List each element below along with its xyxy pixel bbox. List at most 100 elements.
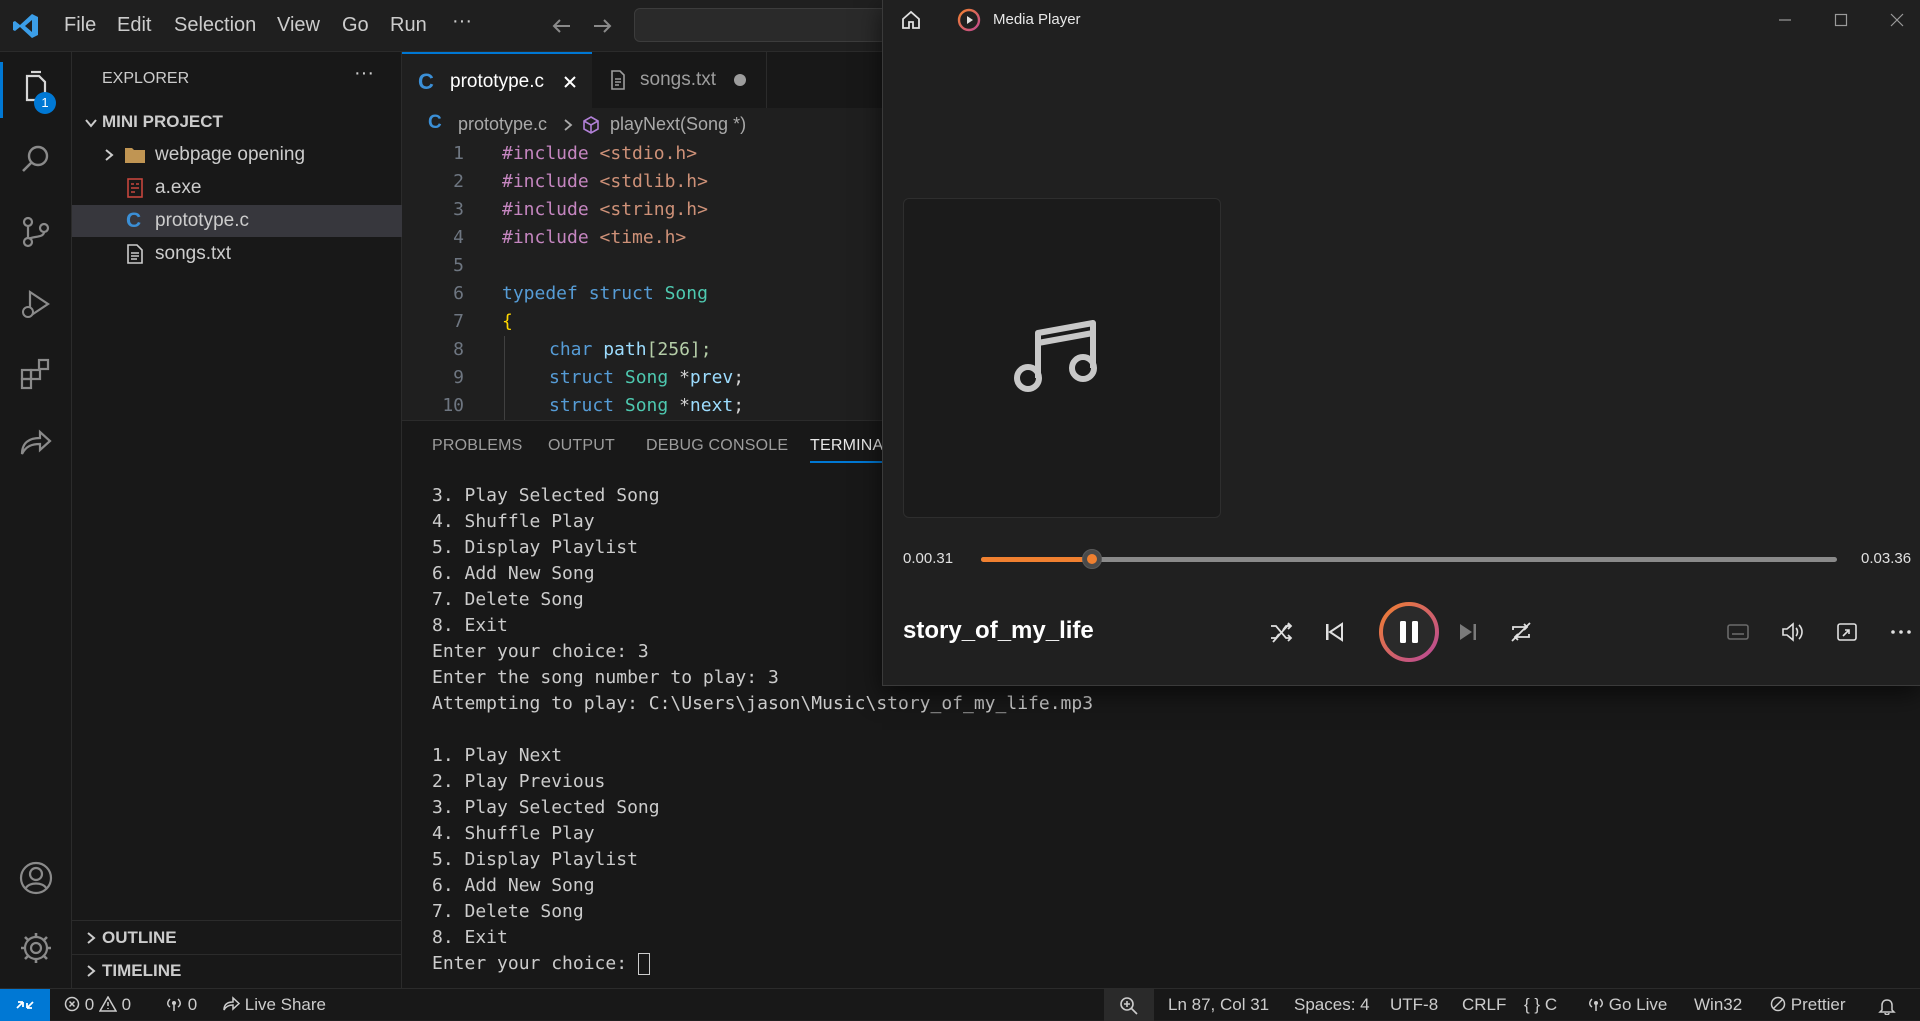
- breadcrumb-file[interactable]: prototype.c: [458, 114, 547, 135]
- breadcrumb-symbol[interactable]: playNext(Song *): [610, 114, 746, 135]
- problems-status[interactable]: 0 0: [64, 995, 131, 1015]
- previous-track-icon[interactable]: [1316, 614, 1352, 650]
- terminal-line: Enter your choice: 3: [432, 641, 649, 662]
- code-token: Song: [624, 395, 669, 416]
- tree-item-label: prototype.c: [155, 210, 249, 231]
- terminal-line: 3. Play Selected Song: [432, 485, 660, 506]
- extensions-icon[interactable]: [16, 354, 56, 394]
- accounts-icon[interactable]: [16, 858, 56, 898]
- menu-more[interactable]: ···: [452, 10, 472, 33]
- live-share-status[interactable]: Live Share: [222, 995, 326, 1015]
- back-arrow-icon[interactable]: [550, 14, 574, 38]
- repeat-off-icon[interactable]: [1503, 614, 1539, 650]
- project-name: MINI PROJECT: [102, 112, 223, 131]
- menu-edit[interactable]: Edit: [117, 14, 151, 37]
- tab-debug-console[interactable]: DEBUG CONSOLE: [646, 437, 788, 455]
- language-mode[interactable]: { } C: [1524, 995, 1557, 1015]
- menu-go[interactable]: Go: [342, 14, 369, 37]
- tree-item-label: a.exe: [155, 177, 202, 198]
- terminal-line: 6. Add New Song: [432, 875, 595, 896]
- unsaved-dot-icon[interactable]: [734, 74, 746, 86]
- tab-problems[interactable]: PROBLEMS: [432, 437, 523, 455]
- menu-run[interactable]: Run: [390, 14, 427, 37]
- line-ending[interactable]: CRLF: [1462, 995, 1506, 1015]
- run-debug-icon[interactable]: [16, 284, 56, 324]
- tab-output[interactable]: OUTPUT: [548, 437, 615, 455]
- line-number: 7: [453, 311, 464, 332]
- minimize-icon[interactable]: [1777, 12, 1793, 28]
- code-token: <time.h>: [599, 227, 687, 248]
- line-number: 8: [453, 339, 464, 360]
- zoom-button[interactable]: [1104, 989, 1154, 1021]
- close-window-icon[interactable]: [1889, 12, 1905, 28]
- source-control-icon[interactable]: [16, 212, 56, 252]
- encoding[interactable]: UTF-8: [1390, 995, 1438, 1015]
- chevron-right-icon: [105, 149, 114, 161]
- cursor-position[interactable]: Ln 87, Col 31: [1168, 995, 1269, 1015]
- indentation[interactable]: Spaces: 4: [1294, 995, 1370, 1015]
- pause-button[interactable]: [1377, 600, 1441, 664]
- volume-icon[interactable]: [1774, 614, 1810, 650]
- tree-item-webpage-opening[interactable]: webpage opening: [72, 139, 402, 171]
- remote-icon: [16, 1001, 34, 1009]
- go-live-status[interactable]: Go Live: [1588, 995, 1667, 1015]
- go-live-label: Go Live: [1608, 995, 1668, 1014]
- terminal-line: 6. Add New Song: [432, 563, 595, 584]
- album-art: [903, 198, 1221, 518]
- settings-gear-icon[interactable]: [16, 928, 56, 968]
- code-token: [256];: [646, 339, 712, 360]
- tab-songs-txt[interactable]: songs.txt: [592, 52, 767, 108]
- terminal-line: Attempting to play: C:\Users\jason\Music…: [432, 693, 1094, 714]
- tree-item-songs-txt[interactable]: songs.txt: [72, 238, 402, 270]
- live-share-icon[interactable]: [16, 424, 56, 464]
- code-token: <stdlib.h>: [599, 171, 708, 192]
- code-token: *: [679, 395, 690, 416]
- tree-item-a-exe[interactable]: a.exe: [72, 172, 402, 204]
- maximize-icon[interactable]: [1833, 12, 1849, 28]
- search-icon[interactable]: [16, 140, 56, 180]
- terminal-line: 8. Exit: [432, 615, 508, 636]
- ports-status[interactable]: 0: [165, 995, 197, 1015]
- outline-section-header[interactable]: OUTLINE: [72, 922, 402, 954]
- error-icon: [64, 996, 80, 1012]
- next-track-icon[interactable]: [1450, 614, 1486, 650]
- menu-selection[interactable]: Selection: [174, 14, 256, 37]
- tab-label: prototype.c: [450, 71, 544, 92]
- prettier-status[interactable]: Prettier: [1770, 995, 1846, 1015]
- terminal-line: 3. Play Selected Song: [432, 797, 660, 818]
- code-token: typedef: [502, 283, 578, 304]
- explorer-more-button[interactable]: ···: [354, 62, 374, 85]
- remote-button[interactable]: [0, 989, 50, 1021]
- bell-icon[interactable]: [1878, 997, 1896, 1015]
- code-token: struct: [588, 283, 654, 304]
- tree-item-label: webpage opening: [155, 144, 306, 165]
- seek-thumb[interactable]: [1082, 549, 1102, 569]
- active-tab-underline: [810, 461, 890, 463]
- timeline-section-header[interactable]: TIMELINE: [72, 955, 402, 987]
- forward-arrow-icon[interactable]: [590, 14, 614, 38]
- tab-prototype-c[interactable]: C prototype.c: [402, 52, 592, 108]
- tree-item-prototype-c[interactable]: C prototype.c: [72, 205, 402, 237]
- total-time: 0.03.36: [1861, 550, 1912, 567]
- terminal-line: 5. Display Playlist: [432, 537, 638, 558]
- terminal-prompt: Enter your choice:: [432, 953, 638, 974]
- vscode-logo-icon[interactable]: [12, 12, 40, 40]
- command-center-search[interactable]: [634, 8, 894, 42]
- tree-item-label: songs.txt: [155, 243, 232, 264]
- timeline-label: TIMELINE: [102, 961, 182, 980]
- track-title: story_of_my_life: [903, 617, 1094, 644]
- shuffle-icon[interactable]: [1263, 614, 1299, 650]
- captions-icon[interactable]: [1720, 614, 1756, 650]
- menu-view[interactable]: View: [277, 14, 320, 37]
- mini-player-icon[interactable]: [1829, 614, 1865, 650]
- home-icon[interactable]: [899, 8, 923, 32]
- menu-file[interactable]: File: [64, 14, 96, 37]
- more-options-icon[interactable]: [1883, 614, 1919, 650]
- c-file-icon: C: [418, 69, 434, 94]
- project-folder-header[interactable]: MINI PROJECT: [72, 106, 402, 138]
- seek-bar[interactable]: [981, 549, 1837, 569]
- close-icon[interactable]: [562, 74, 578, 90]
- tab-terminal[interactable]: TERMINAL: [810, 437, 893, 455]
- platform[interactable]: Win32: [1694, 995, 1742, 1015]
- activity-bar: 1: [0, 52, 72, 988]
